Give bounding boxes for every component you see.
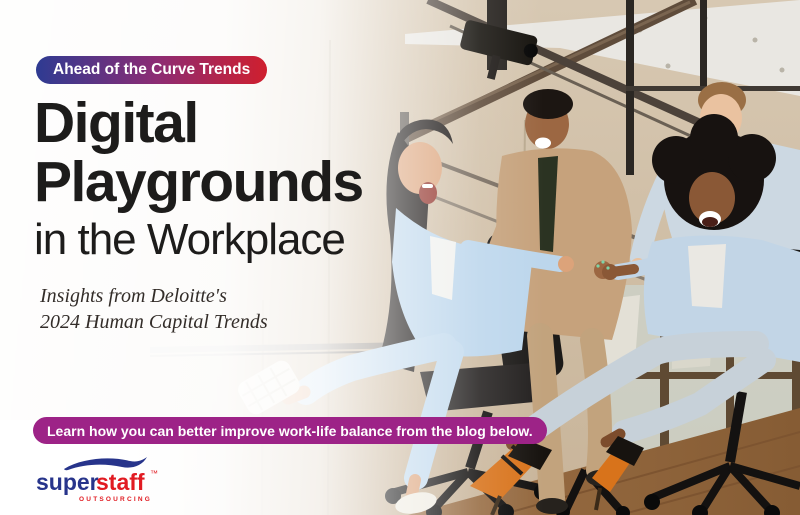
subtitle-line-2: 2024 Human Capital Trends — [40, 309, 268, 335]
banner: Ahead of the Curve Trends Digital Playgr… — [0, 0, 800, 515]
title-line-1: Digital — [34, 94, 363, 153]
superstaff-logo[interactable]: super staff ™ OUTSOURCING — [34, 454, 166, 508]
logo-word-staff: staff — [96, 469, 145, 495]
logo-word-super: super — [36, 469, 99, 495]
subtitle-line-1: Insights from Deloitte's — [40, 283, 268, 309]
title-line-2: Playgrounds — [34, 153, 363, 212]
badge-pill: Ahead of the Curve Trends — [36, 56, 267, 84]
subtitle: Insights from Deloitte's 2024 Human Capi… — [40, 283, 268, 335]
logo-trademark: ™ — [150, 469, 158, 478]
title-line-3: in the Workplace — [34, 212, 363, 268]
cta-label: Learn how you can better improve work-li… — [47, 423, 533, 439]
logo-tagline: OUTSOURCING — [79, 496, 152, 503]
page-title: Digital Playgrounds in the Workplace — [34, 94, 363, 268]
badge-label: Ahead of the Curve Trends — [53, 61, 250, 79]
cta-pill[interactable]: Learn how you can better improve work-li… — [33, 417, 547, 444]
